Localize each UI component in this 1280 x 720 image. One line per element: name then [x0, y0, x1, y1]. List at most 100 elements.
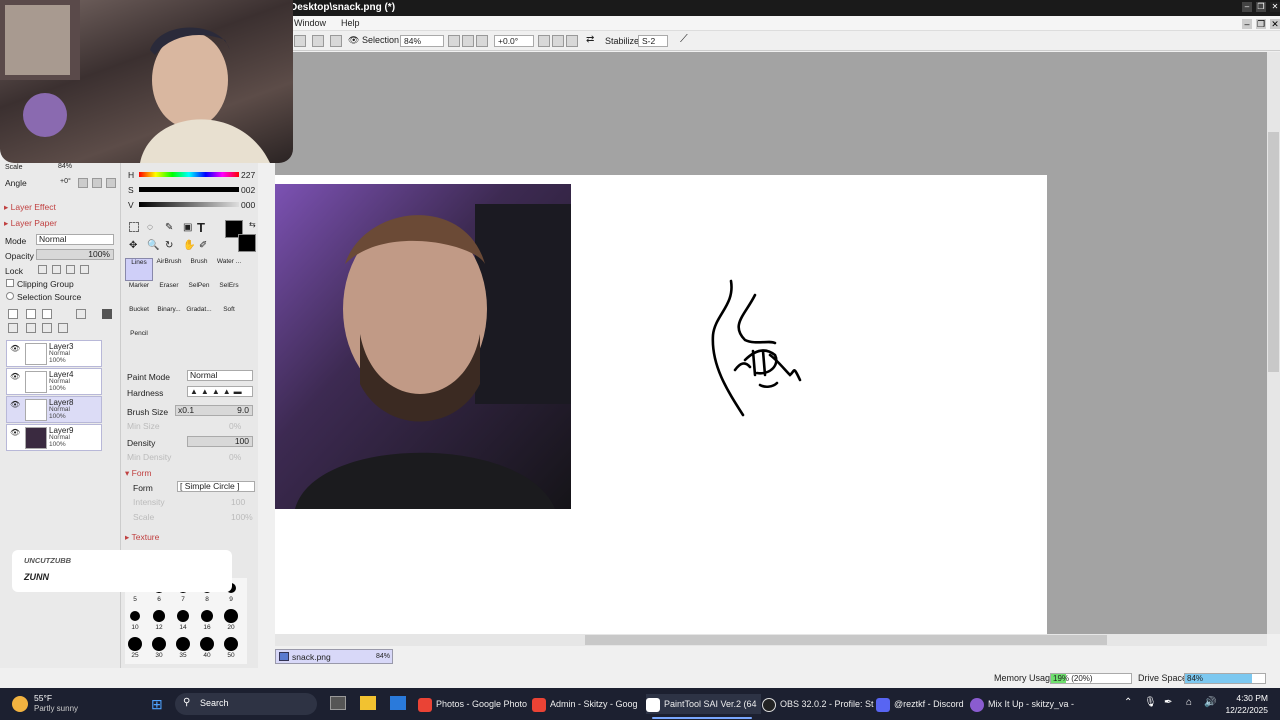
- zoom-in-button[interactable]: [462, 35, 474, 47]
- rotate-reset-button[interactable]: [566, 35, 578, 47]
- horizontal-scroll-thumb[interactable]: [585, 635, 1107, 645]
- brush-preset-dot[interactable]: [128, 637, 142, 651]
- tray-chevron-icon[interactable]: ⌃: [1124, 697, 1132, 708]
- merge-down-button[interactable]: [42, 323, 52, 333]
- close-button[interactable]: ✕: [1270, 2, 1280, 12]
- layer-row[interactable]: 👁 Layer9 Normal 100%: [6, 424, 102, 451]
- brush-binary[interactable]: Binary...: [155, 306, 183, 329]
- brush-preset-dot[interactable]: [176, 609, 190, 623]
- pen-pressure-icon[interactable]: ⟋: [680, 33, 688, 46]
- brush-selpen[interactable]: SelPen: [185, 282, 213, 305]
- stabilizer-select[interactable]: S-2: [638, 35, 668, 47]
- clock-date[interactable]: 12/22/2025: [1222, 705, 1268, 715]
- microphone-icon[interactable]: 🎙: [1144, 697, 1157, 708]
- volume-icon[interactable]: 🔊: [1204, 697, 1216, 708]
- brush-selers[interactable]: SelErs: [215, 282, 243, 305]
- brush-pencil[interactable]: Pencil: [125, 330, 153, 353]
- zoom-out-button[interactable]: [448, 35, 460, 47]
- taskbar-app-admin[interactable]: Admin - Skitzy - Goog: [532, 694, 638, 714]
- saturation-slider[interactable]: [139, 187, 239, 192]
- brush-gradation[interactable]: Gradat...: [185, 306, 213, 329]
- rotate-cw-button[interactable]: [92, 178, 102, 188]
- vertical-scroll-thumb[interactable]: [1268, 132, 1279, 372]
- secondary-color-swatch[interactable]: [238, 234, 256, 252]
- lock-all-toggle[interactable]: [80, 265, 89, 274]
- brush-preset-dot[interactable]: [176, 637, 190, 651]
- task-view-icon[interactable]: [330, 696, 346, 710]
- brush-water[interactable]: Water ...: [215, 258, 243, 281]
- texture-section[interactable]: ▸ Texture: [125, 532, 159, 543]
- document-tab[interactable]: snack.png 84%: [275, 649, 393, 664]
- taskbar-search[interactable]: ⚲ Search: [175, 693, 317, 715]
- brush-preset-dot[interactable]: [224, 609, 238, 623]
- opacity-slider[interactable]: 100%: [36, 249, 114, 260]
- brush-brush[interactable]: Brush: [185, 258, 213, 281]
- merge-button[interactable]: [76, 309, 86, 319]
- doc-minimize-button[interactable]: –: [1242, 19, 1252, 29]
- brush-airbrush[interactable]: AirBrush: [155, 258, 183, 281]
- eyedropper-icon[interactable]: ✐: [199, 240, 207, 251]
- new-folder-button[interactable]: [42, 309, 52, 319]
- brush-preset-dot[interactable]: [152, 637, 166, 651]
- visibility-eye-icon[interactable]: 👁: [10, 428, 21, 437]
- brush-eraser[interactable]: Eraser: [155, 282, 183, 305]
- taskbar-app-discord[interactable]: @reztkf - Discord: [876, 694, 964, 714]
- zoom-icon[interactable]: 🔍: [147, 240, 159, 251]
- canvas-area[interactable]: [275, 52, 1267, 634]
- vertical-scrollbar[interactable]: [1267, 52, 1280, 634]
- toolbar-btn-2[interactable]: [312, 35, 324, 47]
- rotate-icon[interactable]: ↻: [165, 240, 173, 251]
- toolbar-btn-3[interactable]: [330, 35, 342, 47]
- clipping-group-checkbox[interactable]: [6, 279, 14, 287]
- copy-layer-button[interactable]: [8, 323, 18, 333]
- density-slider[interactable]: 100: [187, 436, 253, 447]
- brush-preset-dot[interactable]: [224, 637, 238, 651]
- magic-wand-icon[interactable]: ✎: [165, 222, 173, 233]
- horizontal-scrollbar[interactable]: [275, 634, 1267, 646]
- transform-icon[interactable]: ▣: [183, 222, 192, 233]
- layer-paper-section[interactable]: ▸ Layer Paper: [4, 218, 57, 229]
- rotate-ccw-button[interactable]: [78, 178, 88, 188]
- file-explorer-icon[interactable]: [360, 696, 376, 710]
- doc-restore-button[interactable]: ❐: [1256, 19, 1266, 29]
- brush-preset-dot[interactable]: [153, 610, 165, 622]
- mask-button[interactable]: [102, 309, 112, 319]
- move-icon[interactable]: ✥: [129, 240, 137, 251]
- taskbar-app-photos[interactable]: Photos - Google Photo: [418, 694, 527, 714]
- hand-icon[interactable]: ✋: [183, 240, 195, 251]
- selection-toggle[interactable]: 👁 Selection: [348, 35, 399, 46]
- clock-time[interactable]: 4:30 PM: [1232, 693, 1268, 703]
- network-icon[interactable]: ⌂: [1186, 697, 1192, 708]
- toolbar-btn-1[interactable]: [294, 35, 306, 47]
- lock-paint-toggle[interactable]: [52, 265, 61, 274]
- visibility-eye-icon[interactable]: 👁: [10, 400, 21, 409]
- zoom-reset-button[interactable]: [476, 35, 488, 47]
- flip-icon[interactable]: ⇄: [586, 34, 594, 45]
- hue-slider[interactable]: [139, 172, 239, 177]
- brush-marker[interactable]: Marker: [125, 282, 153, 305]
- rotate-left-button[interactable]: [538, 35, 550, 47]
- layer-row[interactable]: 👁 Layer4 Normal 100%: [6, 368, 102, 395]
- taskbar-app-sai[interactable]: PaintTool SAI Ver.2 (64: [646, 694, 761, 714]
- rotation-select[interactable]: +0.0°: [494, 35, 534, 47]
- pen-icon[interactable]: ✒: [1164, 697, 1172, 708]
- lock-transparency-toggle[interactable]: [38, 265, 47, 274]
- text-tool-icon[interactable]: T: [197, 220, 205, 235]
- visibility-eye-icon[interactable]: 👁: [10, 372, 21, 381]
- brush-preset-dot[interactable]: [129, 610, 141, 622]
- layer-row[interactable]: 👁 Layer3 Normal 100%: [6, 340, 102, 367]
- blend-mode-select[interactable]: Normal: [36, 234, 114, 245]
- value-slider[interactable]: [139, 202, 239, 207]
- lock-move-toggle[interactable]: [66, 265, 75, 274]
- layer-effect-section[interactable]: ▸ Layer Effect: [4, 202, 56, 213]
- minimize-button[interactable]: –: [1242, 2, 1252, 12]
- store-icon[interactable]: [390, 696, 406, 710]
- rect-select-icon[interactable]: [129, 222, 139, 232]
- lasso-icon[interactable]: ◌: [147, 222, 153, 233]
- brush-preset-dot[interactable]: [200, 609, 214, 623]
- zoom-select[interactable]: 84%: [400, 35, 444, 47]
- trash-icon[interactable]: [58, 323, 68, 333]
- visibility-eye-icon[interactable]: 👁: [10, 344, 21, 353]
- swap-colors-icon[interactable]: ⇆: [249, 220, 256, 229]
- taskbar-app-obs[interactable]: OBS 32.0.2 - Profile: St: [762, 694, 874, 714]
